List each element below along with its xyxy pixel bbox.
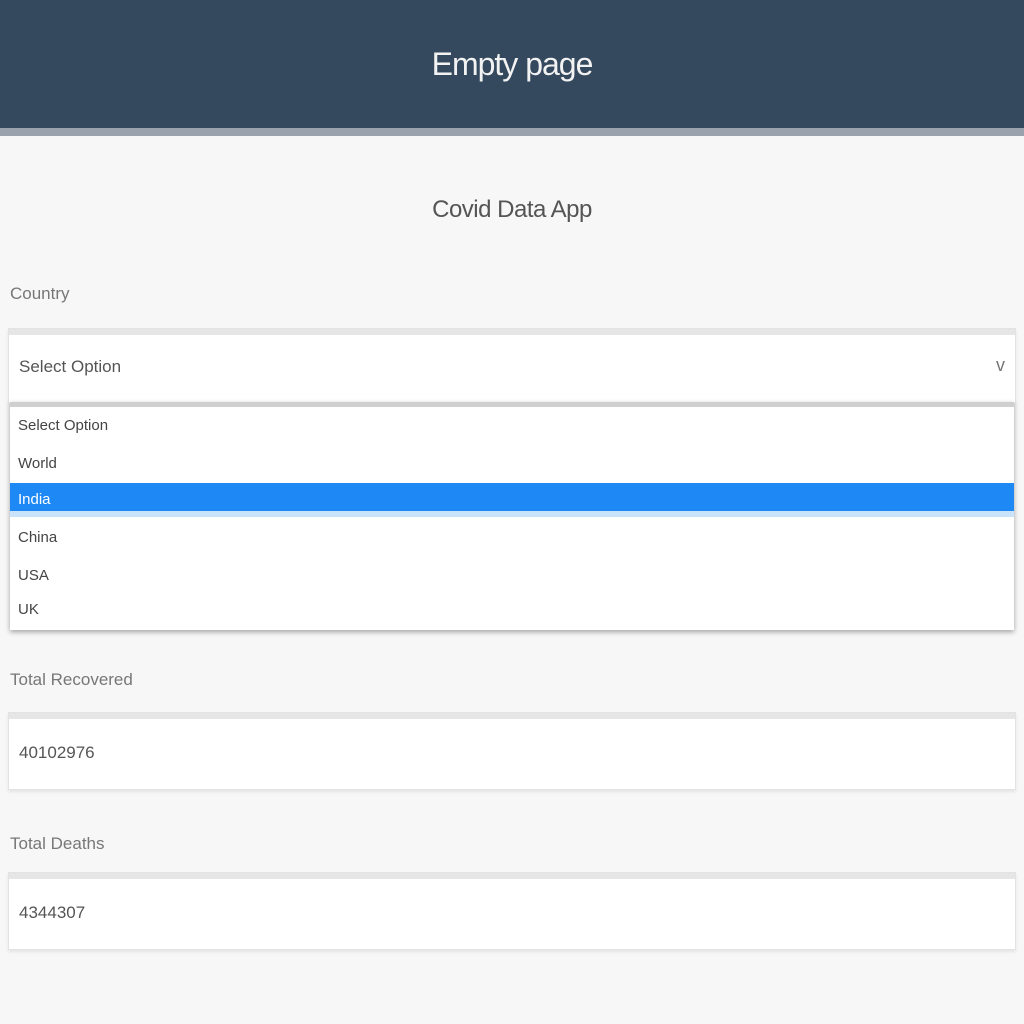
recovered-label: Total Recovered <box>10 670 133 689</box>
country-select[interactable]: Select Option v <box>8 328 1016 404</box>
recovered-field[interactable]: 40102976 <box>8 712 1016 790</box>
dropdown-option-world[interactable]: World <box>10 447 1014 481</box>
dropdown-option-select[interactable]: Select Option <box>10 409 1014 443</box>
deaths-value: 4344307 <box>19 903 86 922</box>
dropdown-option-uk[interactable]: UK <box>10 593 1014 627</box>
deaths-field[interactable]: 4344307 <box>8 872 1016 950</box>
page-title: Covid Data App <box>432 196 592 223</box>
deaths-label: Total Deaths <box>10 834 105 853</box>
dropdown-option-usa[interactable]: USA <box>10 559 1014 593</box>
recovered-value: 40102976 <box>19 743 95 762</box>
country-select-value: Select Option <box>19 357 122 376</box>
app-header: Empty page <box>0 0 1024 136</box>
dropdown-option-india[interactable]: India <box>10 483 1014 517</box>
country-label: Country <box>10 284 70 303</box>
dropdown-option-china[interactable]: China <box>10 521 1014 555</box>
header-title: Empty page <box>431 46 594 82</box>
country-dropdown: Select Option World India China USA UK <box>10 402 1014 630</box>
chevron-down-icon: v <box>996 355 1005 375</box>
